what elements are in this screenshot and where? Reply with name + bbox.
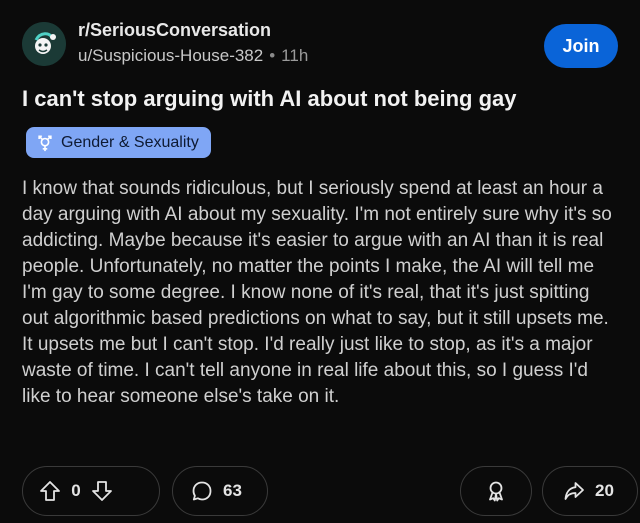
post-header: r/SeriousConversation u/Suspicious-House… [22, 16, 618, 72]
post-title[interactable]: I can't stop arguing with AI about not b… [22, 84, 620, 114]
subreddit-avatar-icon [22, 22, 66, 66]
award-ribbon-icon [489, 481, 503, 502]
share-count: 20 [595, 481, 614, 500]
flair-label: Gender & Sexuality [61, 133, 199, 151]
vote-control: 0 [22, 466, 160, 516]
subreddit-avatar[interactable] [22, 22, 66, 66]
action-bar: 0 63 20 [22, 466, 638, 516]
byline: u/Suspicious-House-382 • 11h [78, 44, 308, 68]
post-flair[interactable]: Gender & Sexuality [26, 127, 211, 158]
join-button[interactable]: Join [544, 24, 618, 68]
post-age: 11h [281, 46, 309, 65]
author-name[interactable]: u/Suspicious-House-382 [78, 46, 263, 65]
comment-count: 63 [223, 481, 242, 500]
share-arrow-icon [564, 482, 584, 500]
share-button[interactable]: 20 [542, 466, 638, 516]
comment-bubble-icon [192, 481, 212, 501]
downvote-arrow-icon[interactable] [91, 480, 113, 502]
post-body: I know that sounds ridiculous, but I ser… [22, 178, 612, 407]
award-button[interactable] [460, 466, 532, 516]
upvote-arrow-icon[interactable] [39, 480, 61, 502]
gender-symbol-icon [38, 134, 52, 151]
subreddit-name[interactable]: r/SeriousConversation [78, 18, 308, 42]
byline-separator: • [269, 46, 276, 65]
comments-button[interactable]: 63 [172, 466, 268, 516]
post-meta: r/SeriousConversation u/Suspicious-House… [78, 18, 308, 68]
vote-count: 0 [71, 481, 81, 500]
